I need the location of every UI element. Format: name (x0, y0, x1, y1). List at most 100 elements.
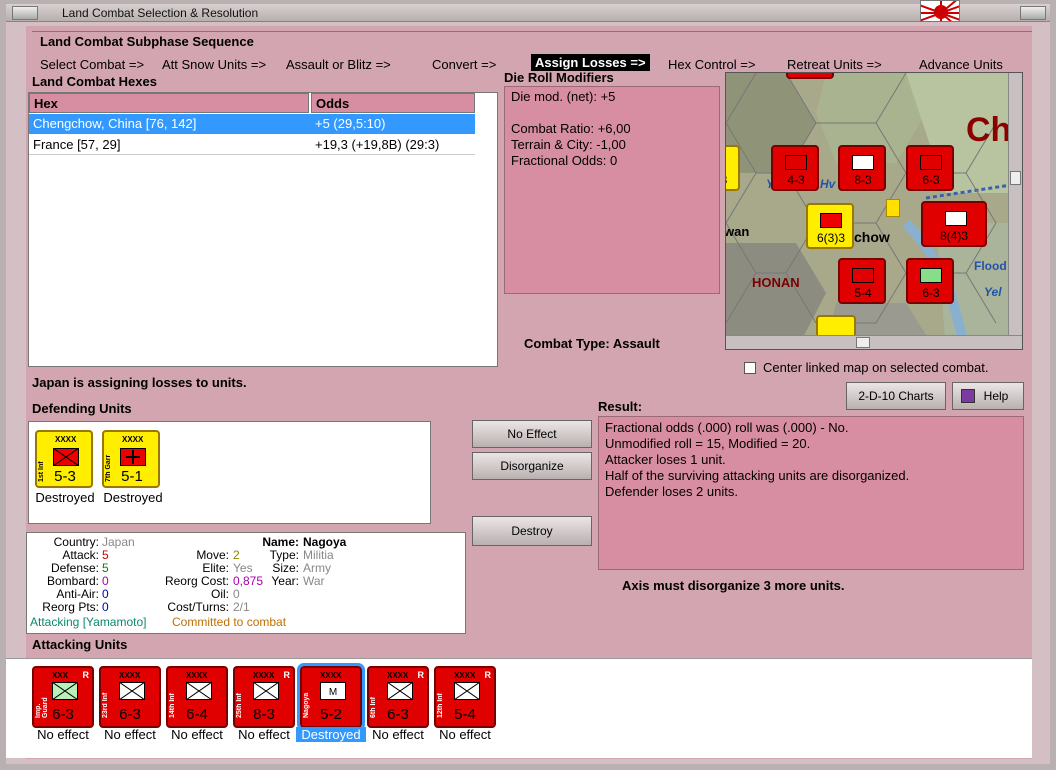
combat-marker-icon (886, 199, 900, 217)
result-line: Defender loses 2 units. (605, 484, 738, 499)
step-retreat[interactable]: Retreat Units => (787, 57, 882, 72)
map-unit[interactable]: 4-3 (771, 145, 819, 191)
reserve-marker: R (484, 670, 492, 680)
map-hv-label: Hv (820, 177, 836, 191)
attacking-leader: Attacking [Yamamoto] (30, 615, 147, 629)
unit-strength: 5-2 (320, 706, 342, 723)
map-vscrollbar[interactable] (1008, 73, 1022, 335)
committed-status: Committed to combat (172, 615, 287, 629)
unit-size: XXXX (253, 671, 275, 680)
map-unit[interactable]: 6-3 (906, 145, 954, 191)
map-flood-label: Flood (974, 259, 1007, 273)
unit-strength: 6-4 (186, 706, 208, 723)
book-icon (961, 389, 975, 403)
result-panel: Fractional odds (.000) roll was (.000) -… (598, 416, 1024, 570)
table-row[interactable]: Chengchow, China [76, 142] +5 (29,5:10) (29, 114, 475, 134)
step-convert[interactable]: Convert => (432, 57, 496, 72)
info-label: Reorg Pts: (42, 600, 99, 614)
map-unit[interactable]: 3 (726, 145, 740, 191)
map-unit[interactable] (786, 73, 834, 79)
map-honan-label: HONAN (752, 275, 800, 290)
col-odds[interactable]: Odds (311, 93, 475, 113)
info-label: Cost/Turns: (167, 600, 229, 614)
attacking-status: No effect (171, 727, 223, 742)
close-button[interactable] (1020, 6, 1046, 20)
map-wan-label: wan (725, 224, 750, 239)
minimize-button[interactable] (12, 6, 38, 20)
main-panel: Land Combat Subphase Sequence Select Com… (6, 26, 1032, 759)
defending-status: Destroyed (35, 490, 95, 505)
step-advance[interactable]: Advance Units (919, 57, 1003, 72)
unit-size: XXXX (320, 671, 342, 680)
row-hex: France [57, 29] (33, 137, 121, 152)
step-assault-blitz[interactable]: Assault or Blitz => (286, 57, 391, 72)
step-att-snow[interactable]: Att Snow Units => (162, 57, 266, 72)
sequence-title: Land Combat Subphase Sequence (40, 34, 254, 49)
attacking-unit[interactable]: XXXX Nagoya M 5-2 (297, 663, 365, 731)
attacking-title: Attacking Units (32, 637, 128, 652)
row-odds: +5 (29,5:10) (315, 116, 386, 131)
unit-size: XXXX (387, 671, 409, 680)
unit-size: XXXX (119, 671, 141, 680)
result-line: Half of the surviving attacking units ar… (605, 468, 910, 483)
row-hex: Chengchow, China [76, 142] (33, 116, 197, 131)
result-line: Attacker loses 1 unit. (605, 452, 726, 467)
unit-strength: 5-4 (454, 706, 476, 723)
defending-unit[interactable]: XXXX 7th Garr 5-1 (102, 430, 160, 488)
result-line: Fractional odds (.000) roll was (.000) -… (605, 420, 849, 435)
map-chow-label: chow (854, 229, 890, 245)
unit-strength: 8-3 (253, 706, 275, 723)
tactical-map[interactable]: Ch chow wan HONAN Flood Yel Ye Hv 4-3 8-… (725, 72, 1023, 350)
attacking-unit[interactable]: XXXX R 25th Inf 8-3 (233, 666, 295, 728)
japan-flag-icon (920, 0, 960, 22)
info-value: 0 (102, 600, 109, 614)
attacking-unit[interactable]: XXXX 14th Inf 6-4 (166, 666, 228, 728)
row-odds: +19,3 (+19,8B) (29:3) (315, 137, 440, 152)
map-unit[interactable]: 6-3 (906, 258, 954, 304)
result-title: Result: (598, 399, 643, 414)
defending-unit[interactable]: XXXX 1st Inf 5-3 (35, 430, 93, 488)
attacking-unit[interactable]: XXXX 23rd Inf 6-3 (99, 666, 161, 728)
attacking-unit[interactable]: XXXX R 6th Inf 6-3 (367, 666, 429, 728)
step-hex-control[interactable]: Hex Control => (668, 57, 755, 72)
attacking-unit[interactable]: XXX R Imp. Guard 6-3 (32, 666, 94, 728)
hexes-table: Hex Odds Chengchow, China [76, 142] +5 (… (28, 92, 498, 367)
title-bar: Land Combat Selection & Resolution (6, 4, 1050, 22)
step-assign-losses[interactable]: Assign Losses => (531, 54, 650, 71)
attacking-unit[interactable]: XXXX R 12th Inf 5-4 (434, 666, 496, 728)
map-unit[interactable]: 8-3 (838, 145, 886, 191)
window-title: Land Combat Selection & Resolution (62, 6, 259, 20)
col-hex[interactable]: Hex (29, 93, 309, 113)
help-button[interactable]: Help (952, 382, 1024, 410)
center-map-label: Center linked map on selected combat. (763, 360, 989, 375)
info-value: 2/1 (233, 600, 250, 614)
info-label: Year: (271, 574, 299, 588)
map-yel-label: Yel (984, 285, 1002, 299)
map-unit[interactable]: 5-4 (838, 258, 886, 304)
attacking-status: No effect (37, 727, 89, 742)
map-hscrollbar[interactable] (726, 335, 1022, 349)
reserve-marker: R (417, 670, 425, 680)
status-text: Japan is assigning losses to units. (32, 375, 247, 390)
charts-button[interactable]: 2-D-10 Charts (846, 382, 946, 410)
table-row[interactable]: France [57, 29] +19,3 (+19,8B) (29:3) (29, 135, 475, 155)
center-map-checkbox[interactable] (744, 362, 756, 374)
map-unit[interactable]: 8(4)3 (921, 201, 987, 247)
info-value: War (303, 574, 325, 588)
disorganize-button[interactable]: Disorganize (472, 452, 592, 480)
defending-title: Defending Units (32, 401, 132, 416)
no-effect-button[interactable]: No Effect (472, 420, 592, 448)
attacking-status: Destroyed (296, 727, 366, 742)
unit-size: XXXX (186, 671, 208, 680)
attacking-status: No effect (238, 727, 290, 742)
step-select-combat[interactable]: Select Combat => (40, 57, 144, 72)
combat-type: Combat Type: Assault (524, 336, 660, 351)
sequence-bar: Land Combat Subphase Sequence Select Com… (32, 31, 1032, 72)
reserve-marker: R (283, 670, 291, 680)
unit-size: XXX (52, 671, 69, 680)
destroy-button[interactable]: Destroy (472, 516, 592, 546)
map-unit[interactable]: 6(3)3 (806, 203, 854, 249)
help-label: Help (983, 389, 1009, 403)
unit-strength: 6-3 (52, 706, 74, 723)
mod-line: Fractional Odds: 0 (511, 153, 618, 168)
